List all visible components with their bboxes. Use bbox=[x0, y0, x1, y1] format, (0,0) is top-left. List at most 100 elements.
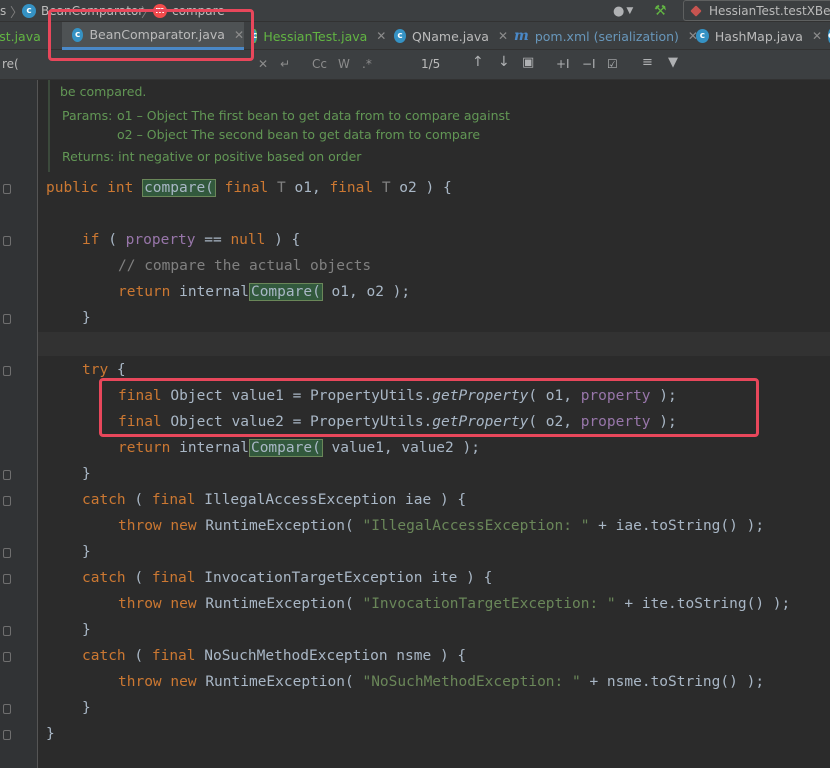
tab-test-java[interactable]: Test.java bbox=[0, 22, 56, 50]
select-all-occurrences-icon[interactable]: ▣ bbox=[522, 55, 534, 70]
breadcrumb-item-package[interactable]: s bbox=[0, 3, 6, 19]
code-line[interactable]: } bbox=[46, 721, 55, 747]
code-line[interactable]: public int compare( final T o1, final T … bbox=[46, 175, 452, 201]
align-icon[interactable]: ≡ bbox=[642, 55, 653, 70]
close-icon[interactable]: ✕ bbox=[234, 28, 244, 42]
fold-marker-icon[interactable] bbox=[3, 626, 11, 636]
breadcrumb-label: s bbox=[0, 4, 7, 18]
code-line[interactable]: catch ( final NoSuchMethodException nsme… bbox=[82, 643, 466, 669]
code-text: } bbox=[82, 310, 91, 326]
add-selection-icon[interactable]: +I bbox=[556, 57, 570, 71]
javadoc-block: be compared. Params: o1 – Object The fir… bbox=[48, 80, 830, 172]
code-line[interactable]: return internal Compare( value1, value2 )… bbox=[118, 435, 480, 461]
tab-label: HashMap.java bbox=[714, 28, 803, 44]
field-ref: property bbox=[580, 414, 651, 430]
code-text: RuntimeException( bbox=[196, 596, 363, 612]
breadcrumb-item-method[interactable]: m compare bbox=[153, 3, 225, 19]
fold-marker-icon[interactable] bbox=[3, 314, 11, 324]
keyword: final bbox=[118, 414, 162, 430]
javadoc-param: o1 – Object The first bean to get data f… bbox=[117, 108, 510, 123]
keyword: return bbox=[118, 284, 171, 300]
remove-selection-icon[interactable]: −I bbox=[582, 57, 596, 71]
tab-qname-java[interactable]: c QName.java ✕ bbox=[390, 22, 508, 50]
tab-overflow[interactable]: c bbox=[822, 22, 830, 50]
tab-pom-xml[interactable]: m pom.xml (serialization) ✕ bbox=[510, 22, 698, 50]
close-icon[interactable]: ✕ bbox=[812, 29, 822, 43]
fold-marker-icon[interactable] bbox=[3, 470, 11, 480]
string-literal: "IllegalAccessException: " bbox=[362, 518, 590, 534]
user-menu-button[interactable]: ● ▼ bbox=[613, 0, 633, 22]
code-text: ( bbox=[99, 232, 126, 248]
type-param: T bbox=[268, 180, 295, 196]
build-button[interactable]: ⚒ bbox=[654, 0, 667, 22]
tab-label: BeanComparator.java bbox=[89, 27, 225, 42]
fold-marker-icon[interactable] bbox=[3, 548, 11, 558]
code-line[interactable]: try { bbox=[82, 357, 126, 383]
close-icon[interactable]: ✕ bbox=[376, 29, 386, 43]
match-case-toggle[interactable]: Cc bbox=[312, 57, 327, 71]
code-text: RuntimeException( bbox=[196, 674, 363, 690]
regex-toggle[interactable]: .* bbox=[362, 57, 372, 71]
select-all-matches-icon[interactable]: ☑ bbox=[607, 57, 618, 71]
code-line[interactable]: if ( property == null ) { bbox=[82, 227, 300, 253]
code-text: RuntimeException( bbox=[196, 518, 363, 534]
code-text: ); bbox=[650, 414, 677, 430]
code-editor[interactable]: be compared. Params: o1 – Object The fir… bbox=[0, 80, 830, 768]
code-line[interactable]: return internal Compare( o1, o2 ); bbox=[118, 279, 410, 305]
match-count: 1/5 bbox=[421, 57, 441, 71]
tab-hashmap-java[interactable]: c HashMap.java ✕ bbox=[692, 22, 822, 50]
class-icon: c bbox=[394, 29, 407, 43]
keyword: throw bbox=[118, 596, 162, 612]
close-icon[interactable]: ✕ bbox=[498, 29, 508, 43]
code-line[interactable]: } bbox=[82, 539, 91, 565]
keyword: final bbox=[118, 388, 162, 404]
code-text: ( bbox=[125, 648, 152, 664]
fold-marker-icon[interactable] bbox=[3, 184, 11, 194]
code-line[interactable]: final Object value2 = PropertyUtils.getP… bbox=[118, 409, 677, 435]
keyword: final bbox=[151, 492, 196, 508]
fold-marker-icon[interactable] bbox=[3, 574, 11, 584]
hammer-icon: ⚒ bbox=[654, 3, 667, 19]
run-configuration-selector[interactable]: HessianTest.testXBea bbox=[683, 0, 830, 21]
breadcrumb-item-class[interactable]: c BeanComparator bbox=[22, 3, 143, 19]
code-line[interactable]: final Object value1 = PropertyUtils.getP… bbox=[118, 383, 677, 409]
fold-marker-icon[interactable] bbox=[3, 652, 11, 662]
keyword: new bbox=[170, 596, 197, 612]
previous-occurrence-icon[interactable]: ↑ bbox=[472, 54, 484, 70]
fold-marker-icon[interactable] bbox=[3, 236, 11, 246]
gutter bbox=[0, 80, 38, 768]
new-line-icon[interactable]: ↵ bbox=[280, 57, 290, 71]
keyword: final bbox=[329, 180, 374, 196]
code-text: + iae.toString() ); bbox=[589, 518, 765, 534]
tab-hessian-test-java[interactable]: c HessianTest.java ✕ bbox=[248, 22, 386, 50]
next-occurrence-icon[interactable]: ↓ bbox=[498, 54, 510, 70]
words-toggle[interactable]: W bbox=[338, 57, 350, 71]
code-line[interactable]: } bbox=[82, 695, 91, 721]
fold-marker-icon[interactable] bbox=[3, 366, 11, 376]
filter-icon[interactable]: ▼ bbox=[668, 55, 678, 70]
clear-search-icon[interactable]: ✕ bbox=[258, 57, 268, 71]
code-text: ( o2, bbox=[528, 414, 581, 430]
fold-marker-icon[interactable] bbox=[3, 496, 11, 506]
code-text: Object value2 = PropertyUtils. bbox=[161, 414, 433, 430]
code-line[interactable]: throw new RuntimeException( "InvocationT… bbox=[118, 591, 790, 617]
run-config-label: HessianTest.testXBea bbox=[709, 3, 830, 18]
code-line[interactable]: throw new RuntimeException( "NoSuchMetho… bbox=[118, 669, 764, 695]
code-line[interactable]: throw new RuntimeException( "IllegalAcce… bbox=[118, 513, 764, 539]
tab-bean-comparator-java[interactable]: c BeanComparator.java ✕ bbox=[62, 22, 244, 50]
breadcrumb: s 〉 c BeanComparator 〉 m compare ● ▼ ⚒ H… bbox=[0, 0, 830, 22]
keyword: null bbox=[230, 232, 266, 248]
code-line[interactable]: catch ( final IllegalAccessException iae… bbox=[82, 487, 466, 513]
fold-marker-icon[interactable] bbox=[3, 730, 11, 740]
fold-marker-icon[interactable] bbox=[3, 704, 11, 714]
code-text: o1, bbox=[294, 180, 321, 196]
code-line[interactable]: // compare the actual objects bbox=[118, 253, 371, 279]
search-input[interactable]: re( bbox=[2, 57, 19, 71]
code-line[interactable]: } bbox=[82, 461, 91, 487]
user-icon: ● bbox=[613, 3, 625, 19]
code-text: } bbox=[82, 700, 91, 716]
code-line[interactable]: catch ( final InvocationTargetException … bbox=[82, 565, 492, 591]
code-line[interactable]: } bbox=[82, 305, 91, 331]
code-line[interactable]: } bbox=[82, 617, 91, 643]
